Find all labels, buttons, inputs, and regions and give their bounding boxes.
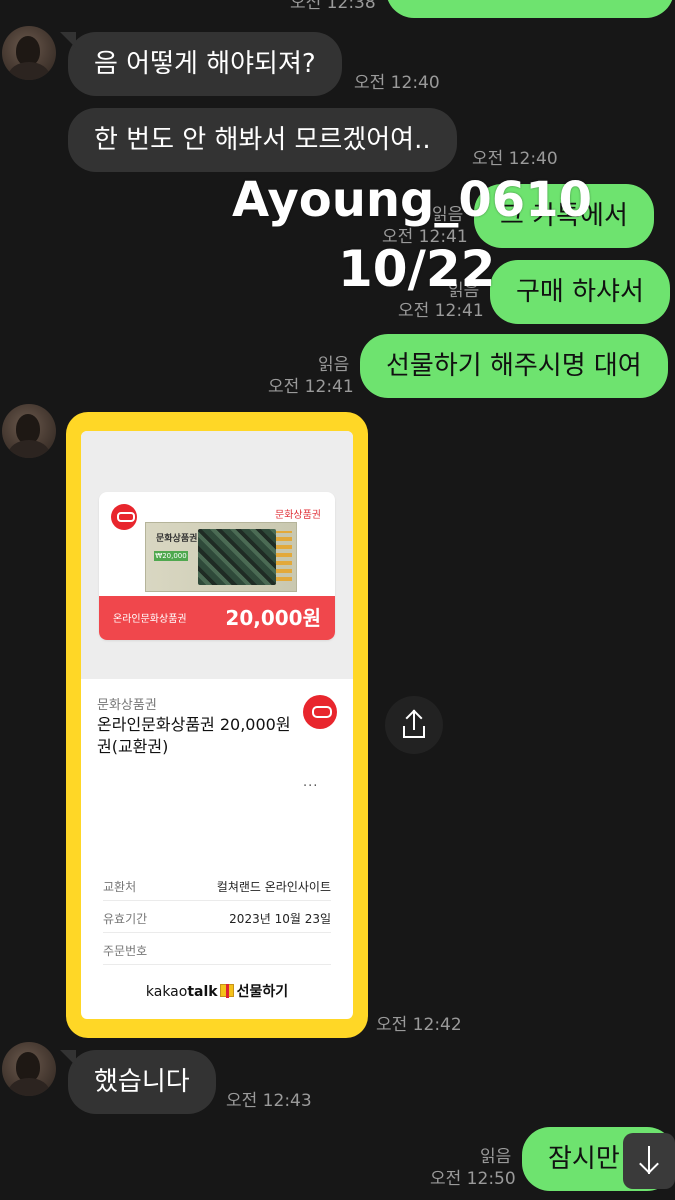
incoming-bubble[interactable]: 음 어떻게 해야되져? — [60, 32, 342, 96]
ticket-artwork: 문화상품권 ₩20,000 — [145, 522, 297, 592]
message-time: 오전 12:40 — [472, 149, 558, 169]
gift-category: 문화상품권 — [97, 698, 157, 713]
message-time: 오전 12:50 — [430, 1169, 516, 1189]
ticket-pattern — [198, 529, 276, 585]
info-row-exchange: 교환처 컬쳐랜드 온라인사이트 — [103, 869, 331, 901]
ticket-art-title: 문화상품권 — [156, 534, 198, 544]
ticket-amount: 20,000원 — [225, 606, 321, 630]
card-notch — [346, 831, 353, 845]
gift-card[interactable]: 문화상품권 문화상품권 ₩20,000 온라인문화상품권 20,000원 문화상… — [81, 431, 353, 1019]
message-time: 오전 12:41 — [398, 301, 484, 321]
card-notch — [346, 871, 353, 885]
gift-image-area: 문화상품권 문화상품권 ₩20,000 온라인문화상품권 20,000원 — [81, 431, 353, 679]
info-key: 유효기간 — [103, 912, 148, 926]
ticket-price-bar: 온라인문화상품권 20,000원 — [99, 596, 335, 640]
incoming-bubble[interactable]: 한 번도 안 해봐서 모르겠어여.. — [68, 108, 457, 172]
gift-card-bubble[interactable]: 문화상품권 문화상품권 ₩20,000 온라인문화상품권 20,000원 문화상… — [66, 412, 368, 1038]
kakao-text: kakao — [145, 984, 188, 1000]
info-row-expiry: 유효기간 2023년 10월 23일 — [103, 901, 331, 933]
ticket-art-price: ₩20,000 — [154, 551, 188, 561]
info-key: 주문번호 — [103, 944, 148, 958]
message-text: 한 번도 안 해봐서 모르겠어여.. — [94, 125, 431, 155]
message-time: 오전 12:40 — [354, 73, 440, 93]
message-time: 오전 12:41 — [268, 377, 354, 397]
gift-title: 온라인문화상품권 20,000원권(교환권) — [97, 715, 291, 756]
gift-text: 선물하기 — [236, 984, 289, 1000]
more-dots: ... — [303, 775, 319, 790]
card-notch — [81, 871, 88, 885]
message-text: 선물하기 해주시명 대여 — [386, 351, 642, 381]
incoming-bubble[interactable]: 했습니다 — [60, 1050, 216, 1114]
message-text: 음 어떻게 해야되져? — [94, 49, 316, 79]
culture-logo-icon — [111, 504, 137, 530]
info-value: 2023년 10월 23일 — [229, 912, 331, 926]
avatar[interactable] — [2, 1042, 56, 1096]
outgoing-bubble[interactable]: 선물하기 해주시명 대여 — [360, 334, 668, 398]
message-time: 오전 12:43 — [226, 1091, 312, 1111]
ticket-brand: 문화상품권 — [275, 510, 321, 521]
card-notch — [346, 949, 353, 963]
overlay-date: 10/22 — [338, 240, 496, 298]
message-time: 오전 12:38 — [290, 0, 376, 13]
gift-box-icon — [219, 984, 234, 998]
message-text: 구매 하샤서 — [516, 277, 644, 307]
avatar[interactable] — [2, 26, 56, 80]
gift-ticket-image: 문화상품권 문화상품권 ₩20,000 온라인문화상품권 20,000원 — [99, 492, 335, 640]
scroll-to-bottom-button[interactable] — [623, 1133, 675, 1189]
kakaotalk-gift-footer: kakaotalk 선물하기 — [81, 981, 353, 1001]
message-text: 잠시만 — [548, 1144, 620, 1174]
brand-badge-icon — [303, 695, 337, 729]
info-row-order: 주문번호 — [103, 933, 331, 965]
ticket-side-stripe — [276, 531, 292, 581]
message-text: 했습니다 — [94, 1067, 190, 1097]
outgoing-bubble-partial[interactable] — [386, 0, 674, 18]
share-button[interactable] — [385, 696, 443, 754]
message-time: 오전 12:42 — [376, 1015, 462, 1035]
info-key: 교환처 — [103, 880, 137, 894]
outgoing-bubble[interactable]: 구매 하샤서 — [490, 260, 670, 324]
avatar[interactable] — [2, 404, 56, 458]
talk-text: talk — [187, 984, 218, 1000]
ticket-label: 온라인문화상품권 — [113, 614, 187, 625]
overlay-username: Ayoung_0610 — [232, 172, 592, 228]
info-value: 컬쳐랜드 온라인사이트 — [216, 880, 331, 894]
